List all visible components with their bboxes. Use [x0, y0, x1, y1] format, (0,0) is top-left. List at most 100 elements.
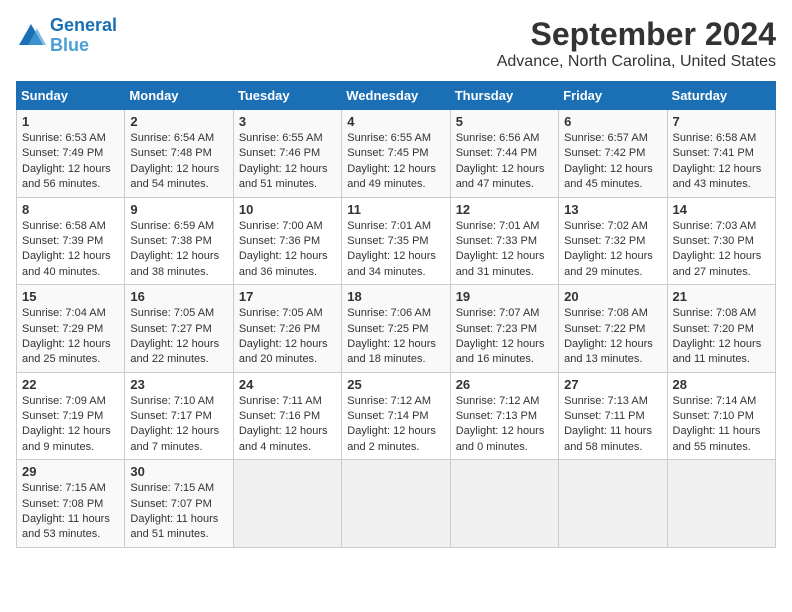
day-info: Sunrise: 6:56 AM Sunset: 7:44 PM Dayligh…	[456, 131, 553, 193]
day-number: 29	[22, 464, 119, 479]
calendar-day-cell: 12 Sunrise: 7:01 AM Sunset: 7:33 PM Dayl…	[450, 197, 558, 285]
calendar-day-cell: 30 Sunrise: 7:15 AM Sunset: 7:07 PM Dayl…	[125, 460, 233, 548]
day-info: Sunrise: 7:07 AM Sunset: 7:23 PM Dayligh…	[456, 306, 553, 368]
calendar-day-cell: 26 Sunrise: 7:12 AM Sunset: 7:13 PM Dayl…	[450, 372, 558, 460]
calendar-week-row: 22 Sunrise: 7:09 AM Sunset: 7:19 PM Dayl…	[17, 372, 776, 460]
day-number: 2	[130, 114, 227, 129]
calendar-day-cell: 24 Sunrise: 7:11 AM Sunset: 7:16 PM Dayl…	[233, 372, 341, 460]
calendar-day-cell	[342, 460, 450, 548]
calendar-week-row: 8 Sunrise: 6:58 AM Sunset: 7:39 PM Dayli…	[17, 197, 776, 285]
calendar-day-cell: 14 Sunrise: 7:03 AM Sunset: 7:30 PM Dayl…	[667, 197, 775, 285]
day-info: Sunrise: 6:55 AM Sunset: 7:46 PM Dayligh…	[239, 131, 336, 193]
day-info: Sunrise: 6:58 AM Sunset: 7:39 PM Dayligh…	[22, 219, 119, 281]
calendar-day-cell: 9 Sunrise: 6:59 AM Sunset: 7:38 PM Dayli…	[125, 197, 233, 285]
calendar-day-cell: 13 Sunrise: 7:02 AM Sunset: 7:32 PM Dayl…	[559, 197, 667, 285]
day-number: 14	[673, 202, 770, 217]
page-header: General Blue September 2024 Advance, Nor…	[16, 16, 776, 71]
day-number: 9	[130, 202, 227, 217]
weekday-header: Sunday	[17, 82, 125, 110]
logo-text: General Blue	[50, 16, 117, 56]
day-info: Sunrise: 6:59 AM Sunset: 7:38 PM Dayligh…	[130, 219, 227, 281]
day-number: 21	[673, 289, 770, 304]
day-number: 25	[347, 377, 444, 392]
calendar-day-cell: 22 Sunrise: 7:09 AM Sunset: 7:19 PM Dayl…	[17, 372, 125, 460]
calendar-day-cell: 16 Sunrise: 7:05 AM Sunset: 7:27 PM Dayl…	[125, 285, 233, 373]
day-info: Sunrise: 7:13 AM Sunset: 7:11 PM Dayligh…	[564, 394, 661, 456]
day-info: Sunrise: 7:15 AM Sunset: 7:07 PM Dayligh…	[130, 481, 227, 543]
calendar-day-cell	[233, 460, 341, 548]
day-info: Sunrise: 7:10 AM Sunset: 7:17 PM Dayligh…	[130, 394, 227, 456]
calendar-day-cell: 2 Sunrise: 6:54 AM Sunset: 7:48 PM Dayli…	[125, 110, 233, 198]
page-title: September 2024	[497, 16, 776, 53]
day-info: Sunrise: 7:09 AM Sunset: 7:19 PM Dayligh…	[22, 394, 119, 456]
weekday-header: Friday	[559, 82, 667, 110]
calendar-day-cell	[559, 460, 667, 548]
calendar-day-cell: 17 Sunrise: 7:05 AM Sunset: 7:26 PM Dayl…	[233, 285, 341, 373]
day-info: Sunrise: 7:12 AM Sunset: 7:13 PM Dayligh…	[456, 394, 553, 456]
day-number: 12	[456, 202, 553, 217]
day-info: Sunrise: 6:54 AM Sunset: 7:48 PM Dayligh…	[130, 131, 227, 193]
calendar-week-row: 15 Sunrise: 7:04 AM Sunset: 7:29 PM Dayl…	[17, 285, 776, 373]
day-number: 8	[22, 202, 119, 217]
day-info: Sunrise: 7:04 AM Sunset: 7:29 PM Dayligh…	[22, 306, 119, 368]
calendar-day-cell: 5 Sunrise: 6:56 AM Sunset: 7:44 PM Dayli…	[450, 110, 558, 198]
day-info: Sunrise: 7:15 AM Sunset: 7:08 PM Dayligh…	[22, 481, 119, 543]
page-subtitle: Advance, North Carolina, United States	[497, 53, 776, 71]
day-info: Sunrise: 6:58 AM Sunset: 7:41 PM Dayligh…	[673, 131, 770, 193]
day-number: 26	[456, 377, 553, 392]
day-info: Sunrise: 7:08 AM Sunset: 7:22 PM Dayligh…	[564, 306, 661, 368]
day-info: Sunrise: 7:11 AM Sunset: 7:16 PM Dayligh…	[239, 394, 336, 456]
day-number: 22	[22, 377, 119, 392]
day-info: Sunrise: 7:01 AM Sunset: 7:33 PM Dayligh…	[456, 219, 553, 281]
calendar-day-cell: 21 Sunrise: 7:08 AM Sunset: 7:20 PM Dayl…	[667, 285, 775, 373]
calendar-day-cell	[667, 460, 775, 548]
day-number: 20	[564, 289, 661, 304]
day-number: 18	[347, 289, 444, 304]
calendar-day-cell: 4 Sunrise: 6:55 AM Sunset: 7:45 PM Dayli…	[342, 110, 450, 198]
weekday-header-row: SundayMondayTuesdayWednesdayThursdayFrid…	[17, 82, 776, 110]
calendar-day-cell: 7 Sunrise: 6:58 AM Sunset: 7:41 PM Dayli…	[667, 110, 775, 198]
logo: General Blue	[16, 16, 117, 56]
calendar-day-cell: 29 Sunrise: 7:15 AM Sunset: 7:08 PM Dayl…	[17, 460, 125, 548]
day-info: Sunrise: 7:06 AM Sunset: 7:25 PM Dayligh…	[347, 306, 444, 368]
day-info: Sunrise: 7:08 AM Sunset: 7:20 PM Dayligh…	[673, 306, 770, 368]
day-number: 6	[564, 114, 661, 129]
calendar-day-cell: 28 Sunrise: 7:14 AM Sunset: 7:10 PM Dayl…	[667, 372, 775, 460]
day-number: 23	[130, 377, 227, 392]
day-info: Sunrise: 7:00 AM Sunset: 7:36 PM Dayligh…	[239, 219, 336, 281]
calendar-week-row: 1 Sunrise: 6:53 AM Sunset: 7:49 PM Dayli…	[17, 110, 776, 198]
day-number: 24	[239, 377, 336, 392]
day-number: 13	[564, 202, 661, 217]
weekday-header: Tuesday	[233, 82, 341, 110]
calendar-table: SundayMondayTuesdayWednesdayThursdayFrid…	[16, 81, 776, 548]
calendar-day-cell: 27 Sunrise: 7:13 AM Sunset: 7:11 PM Dayl…	[559, 372, 667, 460]
day-number: 19	[456, 289, 553, 304]
calendar-day-cell: 19 Sunrise: 7:07 AM Sunset: 7:23 PM Dayl…	[450, 285, 558, 373]
day-info: Sunrise: 6:57 AM Sunset: 7:42 PM Dayligh…	[564, 131, 661, 193]
day-number: 17	[239, 289, 336, 304]
day-number: 30	[130, 464, 227, 479]
day-number: 3	[239, 114, 336, 129]
calendar-day-cell	[450, 460, 558, 548]
weekday-header: Wednesday	[342, 82, 450, 110]
day-info: Sunrise: 7:05 AM Sunset: 7:26 PM Dayligh…	[239, 306, 336, 368]
weekday-header: Thursday	[450, 82, 558, 110]
day-number: 16	[130, 289, 227, 304]
day-number: 11	[347, 202, 444, 217]
logo-icon	[16, 21, 46, 51]
day-number: 4	[347, 114, 444, 129]
day-info: Sunrise: 6:53 AM Sunset: 7:49 PM Dayligh…	[22, 131, 119, 193]
calendar-day-cell: 25 Sunrise: 7:12 AM Sunset: 7:14 PM Dayl…	[342, 372, 450, 460]
day-info: Sunrise: 7:02 AM Sunset: 7:32 PM Dayligh…	[564, 219, 661, 281]
day-number: 28	[673, 377, 770, 392]
calendar-day-cell: 10 Sunrise: 7:00 AM Sunset: 7:36 PM Dayl…	[233, 197, 341, 285]
day-info: Sunrise: 7:12 AM Sunset: 7:14 PM Dayligh…	[347, 394, 444, 456]
calendar-day-cell: 20 Sunrise: 7:08 AM Sunset: 7:22 PM Dayl…	[559, 285, 667, 373]
title-block: September 2024 Advance, North Carolina, …	[497, 16, 776, 71]
calendar-day-cell: 11 Sunrise: 7:01 AM Sunset: 7:35 PM Dayl…	[342, 197, 450, 285]
day-number: 10	[239, 202, 336, 217]
day-number: 7	[673, 114, 770, 129]
day-info: Sunrise: 7:05 AM Sunset: 7:27 PM Dayligh…	[130, 306, 227, 368]
calendar-day-cell: 18 Sunrise: 7:06 AM Sunset: 7:25 PM Dayl…	[342, 285, 450, 373]
calendar-day-cell: 23 Sunrise: 7:10 AM Sunset: 7:17 PM Dayl…	[125, 372, 233, 460]
